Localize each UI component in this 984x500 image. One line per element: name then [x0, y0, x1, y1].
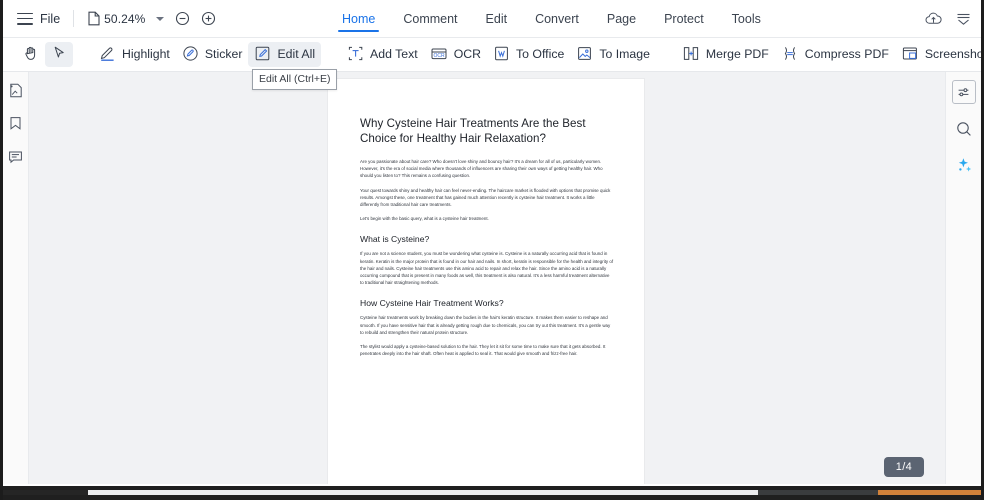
- collapse-ribbon-icon[interactable]: [956, 12, 971, 26]
- properties-panel-icon[interactable]: [951, 80, 976, 104]
- tab-tools-label: Tools: [731, 11, 761, 26]
- to-office-label: To Office: [516, 47, 565, 62]
- tab-tools[interactable]: Tools: [718, 0, 775, 37]
- tab-edit[interactable]: Edit: [472, 0, 522, 37]
- screenshot-button[interactable]: Screenshot: [895, 42, 984, 67]
- comments-icon[interactable]: [5, 146, 26, 167]
- zoom-out-button[interactable]: [175, 11, 190, 26]
- tab-edit-label: Edit: [485, 11, 508, 26]
- top-bar: File 50.24% Home Comment Edit Convert Pa…: [3, 0, 981, 38]
- screenshot-label: Screenshot: [924, 47, 984, 62]
- menu-hamburger-icon[interactable]: [17, 12, 33, 25]
- pdf-editor-window: File 50.24% Home Comment Edit Convert Pa…: [0, 0, 984, 500]
- ocr-icon: OCR: [430, 45, 448, 65]
- workspace: Why Cysteine Hair Treatments Are the Bes…: [3, 72, 981, 486]
- hand-tool-icon: [23, 45, 39, 64]
- select-cursor-button[interactable]: [45, 42, 73, 67]
- sticker-icon: [182, 45, 199, 65]
- hand-tool-button[interactable]: [17, 42, 45, 67]
- ocr-button[interactable]: OCR OCR: [424, 42, 487, 67]
- right-sidebar: [945, 72, 981, 486]
- ribbon-toolbar: Highlight Sticker Edit All Add Text OCR …: [3, 38, 981, 72]
- left-sidebar: [3, 72, 29, 486]
- ai-assistant-icon[interactable]: [953, 154, 975, 176]
- document-title: Why Cysteine Hair Treatments Are the Bes…: [360, 117, 586, 145]
- tab-page-label: Page: [606, 11, 637, 26]
- to-office-button[interactable]: To Office: [487, 42, 570, 67]
- document-heading: How Cysteine Hair Treatment Works?: [360, 298, 504, 309]
- document-viewport[interactable]: Why Cysteine Hair Treatments Are the Bes…: [29, 72, 945, 486]
- sticker-button[interactable]: Sticker: [176, 42, 249, 67]
- edit-all-button[interactable]: Edit All: [248, 42, 322, 67]
- highlight-icon: [99, 45, 116, 65]
- document-heading: What is Cysteine?: [360, 234, 430, 245]
- document-paragraph: The stylist would apply a cysteine-based…: [360, 344, 606, 357]
- to-image-icon: [576, 45, 593, 65]
- edit-all-icon: [254, 45, 271, 65]
- document-paragraph: If you are not a science student, you mu…: [360, 251, 614, 286]
- highlight-button[interactable]: Highlight: [93, 42, 176, 67]
- to-image-label: To Image: [599, 47, 650, 62]
- highlight-label: Highlight: [122, 47, 170, 62]
- chevron-down-icon[interactable]: [156, 16, 165, 21]
- document-paragraph: Your quest towards shiny and healthy hai…: [360, 187, 611, 208]
- top-bar-right-actions: [925, 0, 971, 37]
- screenshot-icon: [901, 45, 919, 65]
- tab-convert[interactable]: Convert: [521, 0, 593, 37]
- to-image-button[interactable]: To Image: [570, 42, 656, 67]
- zoom-controls: 50.24%: [104, 11, 216, 26]
- merge-pdf-button[interactable]: Merge PDF: [676, 42, 775, 67]
- file-menu-button[interactable]: File: [40, 12, 60, 26]
- pdf-page-1[interactable]: Why Cysteine Hair Treatments Are the Bes…: [328, 79, 644, 486]
- edit-all-label: Edit All: [277, 47, 316, 62]
- tab-convert-label: Convert: [535, 11, 579, 26]
- cloud-upload-icon[interactable]: [925, 12, 942, 26]
- tab-home[interactable]: Home: [328, 0, 389, 37]
- tab-comment[interactable]: Comment: [389, 0, 471, 37]
- to-office-icon: [493, 45, 510, 65]
- zoom-level-value[interactable]: 50.24%: [104, 12, 145, 26]
- add-text-button[interactable]: Add Text: [341, 42, 424, 67]
- sticker-label: Sticker: [204, 47, 243, 62]
- zoom-in-button[interactable]: [201, 11, 216, 26]
- tab-home-label: Home: [342, 11, 376, 26]
- tab-protect-label: Protect: [664, 11, 704, 26]
- svg-text:OCR: OCR: [433, 53, 445, 59]
- tab-page[interactable]: Page: [593, 0, 650, 37]
- page-fit-icon[interactable]: [87, 11, 101, 26]
- compress-pdf-icon: [781, 45, 799, 65]
- tab-comment-label: Comment: [403, 11, 458, 26]
- ocr-label: OCR: [453, 47, 482, 62]
- document-paragraph: Let's begin with the basic query, what i…: [360, 216, 489, 222]
- merge-pdf-label: Merge PDF: [705, 47, 769, 62]
- compress-pdf-label: Compress PDF: [804, 47, 889, 62]
- select-cursor-icon: [51, 45, 67, 64]
- tab-protect[interactable]: Protect: [650, 0, 718, 37]
- add-text-label: Add Text: [370, 47, 418, 62]
- compress-pdf-button[interactable]: Compress PDF: [775, 42, 895, 67]
- scrollbar-segment-highlight[interactable]: [878, 490, 981, 495]
- horizontal-scrollbar-thumb[interactable]: [88, 490, 758, 495]
- edit-all-tooltip: Edit All (Ctrl+E): [252, 69, 338, 90]
- add-text-icon: [347, 45, 364, 65]
- page-indicator-badge: 1/4: [883, 457, 924, 477]
- merge-pdf-icon: [682, 45, 700, 65]
- document-paragraph: Cysteine hair treatments work by breakin…: [360, 315, 611, 335]
- page-thumbnails-icon[interactable]: [5, 80, 26, 101]
- search-icon[interactable]: [953, 118, 975, 140]
- window-bottom-chrome: [3, 486, 981, 500]
- divider: [73, 10, 75, 27]
- document-paragraph: Are you passionate about hair care? Who …: [360, 159, 603, 179]
- ribbon-tabs: Home Comment Edit Convert Page Protect T…: [328, 0, 775, 37]
- scrollbar-segment-gray[interactable]: [758, 490, 878, 495]
- bookmarks-icon[interactable]: [5, 113, 26, 134]
